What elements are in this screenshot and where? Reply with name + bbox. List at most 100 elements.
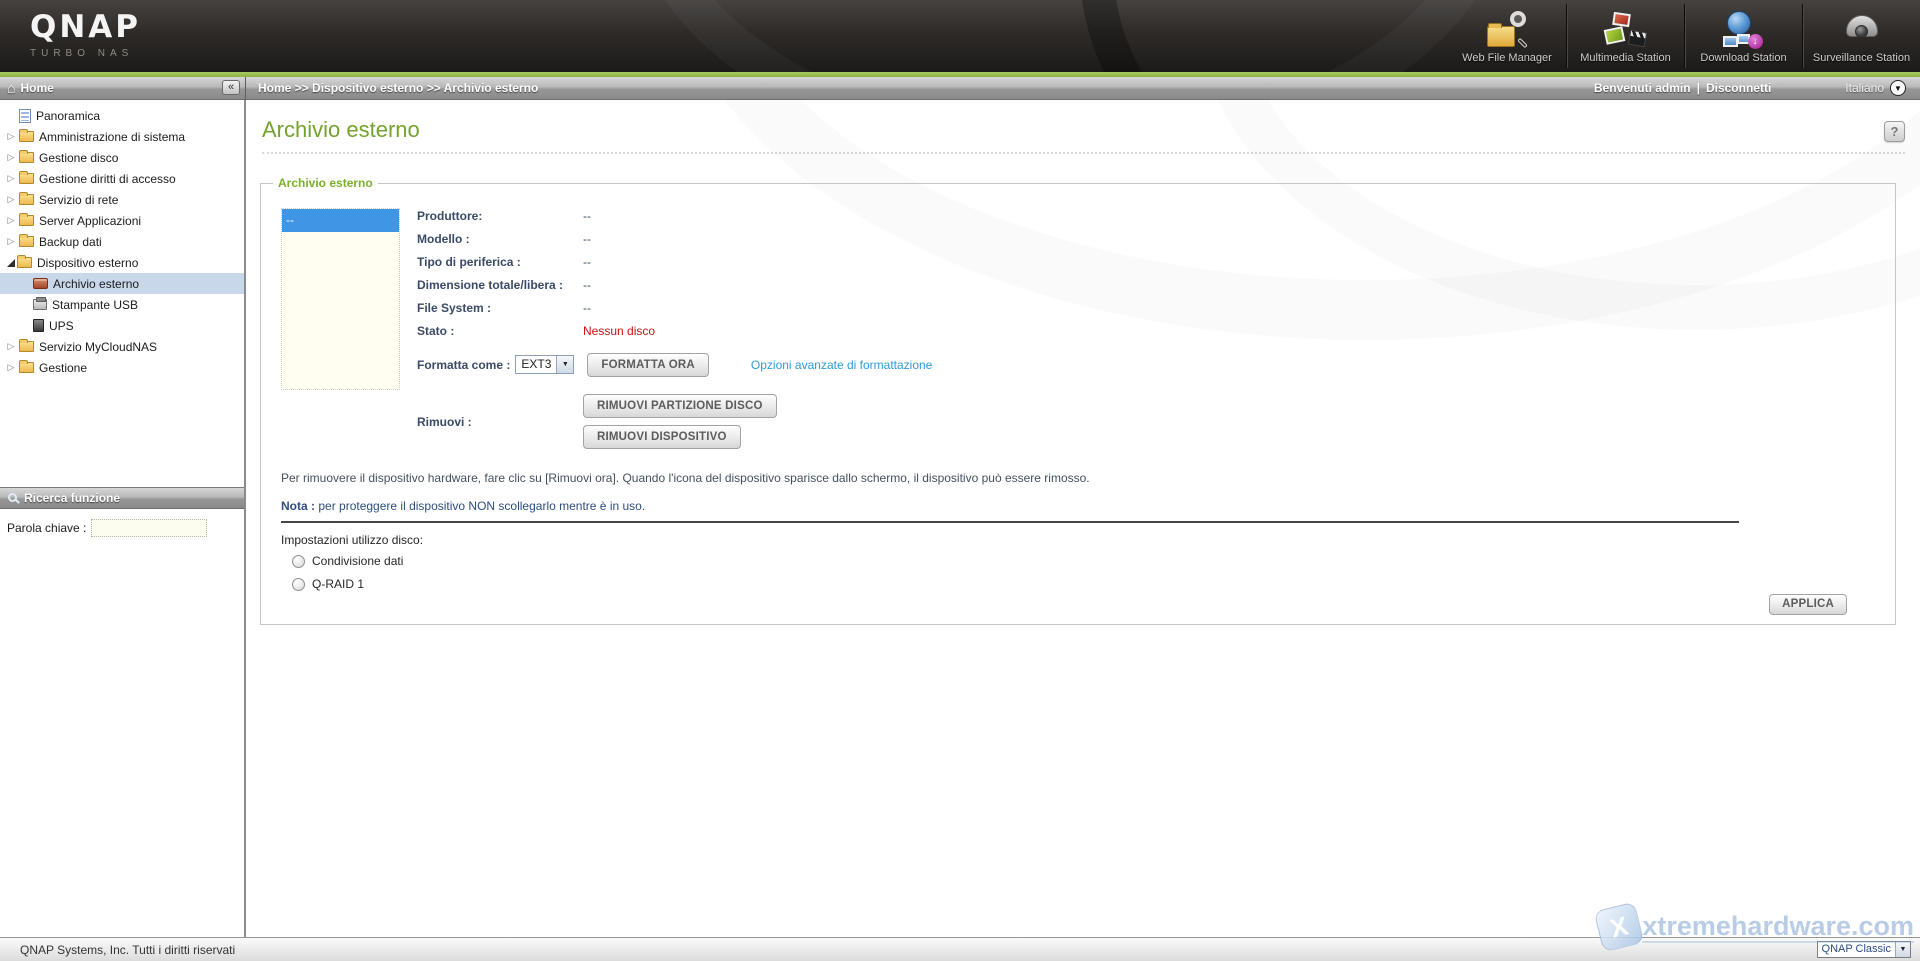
note-label: Nota : [281, 499, 315, 513]
breadcrumb-bar: Home >> Dispositivo esterno >> Archivio … [246, 77, 1920, 100]
sidebar-collapse-button[interactable]: « [222, 80, 240, 95]
sidebar-header-title: Home [20, 81, 53, 95]
footer-bar: QNAP Systems, Inc. Tutti i diritti riser… [0, 937, 1920, 961]
multimedia-icon [1603, 11, 1649, 49]
info-row: Modello : -- [417, 227, 932, 250]
expander-collapsed-icon[interactable]: ▷ [5, 341, 17, 352]
folder-icon [19, 236, 34, 247]
station-multimedia[interactable]: Multimedia Station [1566, 4, 1684, 68]
sidebar-item-gestione[interactable]: ▷ Gestione [0, 357, 244, 378]
panel-legend: Archivio esterno [273, 176, 378, 190]
expander-collapsed-icon[interactable]: ▷ [5, 194, 17, 205]
printer-icon [33, 299, 47, 310]
sidebar-item-servizio-di-rete[interactable]: ▷ Servizio di rete [0, 189, 244, 210]
radio-icon[interactable] [292, 555, 305, 568]
remove-device-button[interactable]: RIMUOVI DISPOSITIVO [583, 425, 741, 449]
device-listbox[interactable]: -- [281, 208, 400, 390]
expander-collapsed-icon[interactable]: ▷ [5, 362, 17, 373]
copyright-text: QNAP Systems, Inc. Tutti i diritti riser… [0, 943, 235, 957]
ups-icon [33, 319, 44, 332]
station-download[interactable]: ↓ Download Station [1684, 4, 1802, 68]
remove-section: Rimuovi : RIMUOVI PARTIZIONE DISCO RIMUO… [417, 394, 777, 449]
folder-icon [19, 173, 34, 184]
apply-button[interactable]: APPLICA [1769, 594, 1847, 615]
device-list-item[interactable]: -- [282, 209, 399, 232]
qnap-logo-text: QNAP [30, 9, 141, 45]
folder-icon [19, 362, 34, 373]
keyword-label: Parola chiave : [7, 521, 86, 535]
expander-collapsed-icon[interactable]: ▷ [5, 131, 17, 142]
external-storage-panel: Archivio esterno -- Produttore: -- Model… [260, 176, 1896, 625]
sidebar-item-archivio-esterno[interactable]: Archivio esterno [0, 273, 244, 294]
radio-q-raid-1[interactable]: Q-RAID 1 [292, 577, 364, 591]
help-button[interactable]: ? [1884, 121, 1905, 142]
sidebar-item-dispositivo-esterno[interactable]: Dispositivo esterno [0, 252, 244, 273]
sidebar-header: ⌂ Home « [0, 77, 246, 100]
sidebar-item-backup-dati[interactable]: ▷ Backup dati [0, 231, 244, 252]
station-label: Multimedia Station [1580, 52, 1671, 64]
info-row-status: Stato : Nessun disco [417, 319, 932, 342]
format-label: Formatta come : [417, 358, 510, 372]
sidebar-item-server-applicazioni[interactable]: ▷ Server Applicazioni [0, 210, 244, 231]
language-label: Italiano [1845, 81, 1884, 95]
section-divider [281, 521, 1739, 523]
station-shortcuts: Web File Manager Multimedia Station ↓ Do… [1448, 4, 1920, 68]
folder-icon [19, 131, 34, 142]
qnap-logo: QNAP TURBO NAS [30, 9, 141, 59]
folder-search-icon [1484, 11, 1530, 49]
remove-disk-partition-button[interactable]: RIMUOVI PARTIZIONE DISCO [583, 394, 777, 418]
remove-instructions: Per rimuovere il dispositivo hardware, f… [281, 471, 1090, 485]
search-section-header: Ricerca funzione [0, 487, 244, 509]
expander-expanded-icon[interactable] [7, 259, 15, 267]
sidebar-item-gestione-diritti-di-accesso[interactable]: ▷ Gestione diritti di accesso [0, 168, 244, 189]
theme-select[interactable]: QNAP Classic ▼ [1817, 941, 1911, 958]
radio-icon[interactable] [292, 578, 305, 591]
expander-collapsed-icon[interactable]: ▷ [5, 215, 17, 226]
chevron-down-icon: ▼ [1895, 942, 1910, 957]
format-select[interactable]: EXT3 ▼ [515, 355, 574, 374]
station-label: Download Station [1700, 52, 1786, 64]
download-globe-icon: ↓ [1721, 11, 1767, 49]
main-content: ? Archivio esterno Archivio esterno -- P… [246, 100, 1920, 937]
language-dropdown-button[interactable]: ▼ [1890, 80, 1906, 96]
keyword-input[interactable] [91, 519, 207, 537]
function-search-section: Ricerca funzione Parola chiave : [0, 487, 244, 537]
expander-collapsed-icon[interactable]: ▷ [5, 173, 17, 184]
info-row: Dimensione totale/libera : -- [417, 273, 932, 296]
expander-collapsed-icon[interactable]: ▷ [5, 236, 17, 247]
expander-collapsed-icon[interactable]: ▷ [5, 152, 17, 163]
advanced-format-options-link[interactable]: Opzioni avanzate di formattazione [751, 358, 932, 372]
chevron-down-icon: ▼ [556, 356, 573, 373]
page-title: Archivio esterno [262, 117, 1905, 143]
sidebar-item-ups[interactable]: UPS [0, 315, 244, 336]
sidebar-item-stampante-usb[interactable]: Stampante USB [0, 294, 244, 315]
qnap-admin-window: QNAP TURBO NAS Web File Manager Multimed… [0, 0, 1920, 961]
external-disk-icon [33, 278, 48, 289]
welcome-separator: | [1697, 81, 1700, 95]
search-section-title: Ricerca funzione [24, 491, 120, 505]
station-label: Web File Manager [1462, 52, 1552, 64]
info-row: File System : -- [417, 296, 932, 319]
device-info: Produttore: -- Modello : -- Tipo di peri… [417, 204, 932, 377]
folder-icon [19, 341, 34, 352]
sidebar-item-amministrazione-di-sistema[interactable]: ▷ Amministrazione di sistema [0, 126, 244, 147]
overview-icon [19, 109, 31, 123]
format-now-button[interactable]: FORMATTA ORA [587, 353, 709, 377]
sidebar-item-servizio-mycloudnas[interactable]: ▷ Servizio MyCloudNAS [0, 336, 244, 357]
folder-open-icon [17, 257, 32, 268]
logout-link[interactable]: Disconnetti [1706, 81, 1771, 95]
station-surveillance[interactable]: Surveillance Station [1802, 4, 1920, 68]
info-row: Tipo di periferica : -- [417, 250, 932, 273]
turbo-nas-label: TURBO NAS [30, 48, 141, 59]
radio-condivisione-dati[interactable]: Condivisione dati [292, 554, 403, 568]
station-web-file-manager[interactable]: Web File Manager [1448, 4, 1566, 68]
folder-icon [19, 194, 34, 205]
remove-label: Rimuovi : [417, 415, 583, 429]
note-line: Nota : per proteggere il dispositivo NON… [281, 499, 645, 513]
search-icon [8, 493, 17, 502]
title-divider [262, 152, 1905, 154]
home-icon: ⌂ [7, 80, 15, 96]
sidebar-item-gestione-disco[interactable]: ▷ Gestione disco [0, 147, 244, 168]
sidebar-item-panoramica[interactable]: Panoramica [0, 105, 244, 126]
welcome-text: Benvenuti admin [1594, 81, 1691, 95]
